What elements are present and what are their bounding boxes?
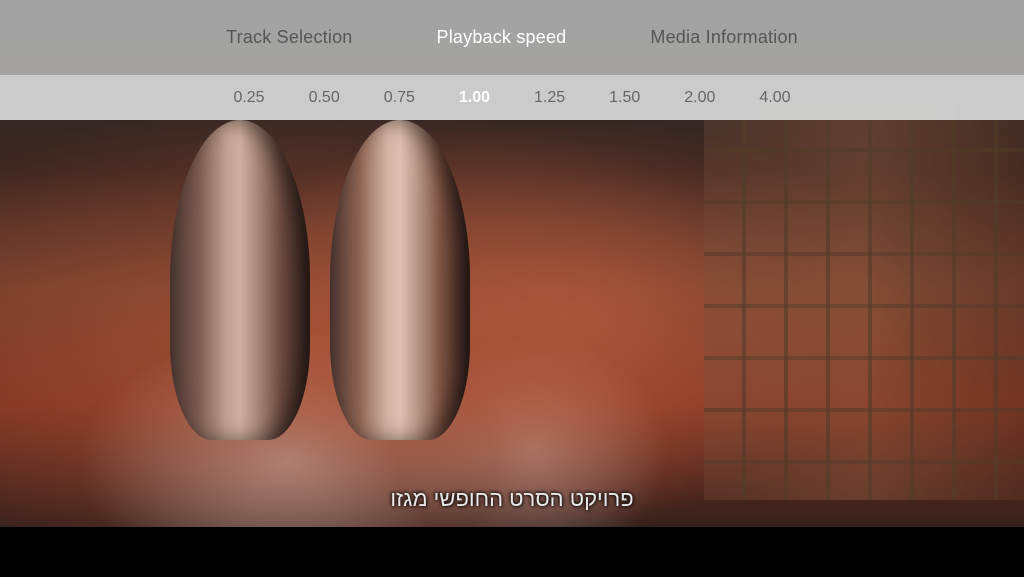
- scaffold-structure: [704, 100, 1024, 500]
- pipe-right: [330, 120, 470, 440]
- subtitle-container: פרויקט הסרט החופשי מגזו: [0, 486, 1024, 512]
- speed-0-75[interactable]: 0.75: [376, 85, 423, 111]
- top-bar: Track Selection Playback speed Media Inf…: [0, 0, 1024, 120]
- tab-playback-speed[interactable]: Playback speed: [425, 19, 579, 56]
- speed-4-00[interactable]: 4.00: [751, 85, 798, 111]
- speed-0-25[interactable]: 0.25: [225, 85, 272, 111]
- tab-track-selection[interactable]: Track Selection: [214, 19, 364, 56]
- speed-1-00[interactable]: 1.00: [451, 85, 498, 111]
- subtitle-text: פרויקט הסרט החופשי מגזו: [390, 486, 633, 512]
- speed-bar: 0.25 0.50 0.75 1.00 1.25 1.50 2.00 4.00: [0, 75, 1024, 120]
- speed-1-25[interactable]: 1.25: [526, 85, 573, 111]
- speed-1-50[interactable]: 1.50: [601, 85, 648, 111]
- speed-2-00[interactable]: 2.00: [676, 85, 723, 111]
- tab-media-information[interactable]: Media Information: [638, 19, 809, 56]
- speed-0-50[interactable]: 0.50: [301, 85, 348, 111]
- pipe-left: [170, 120, 310, 440]
- bottom-bar: [0, 527, 1024, 577]
- tab-bar: Track Selection Playback speed Media Inf…: [0, 0, 1024, 75]
